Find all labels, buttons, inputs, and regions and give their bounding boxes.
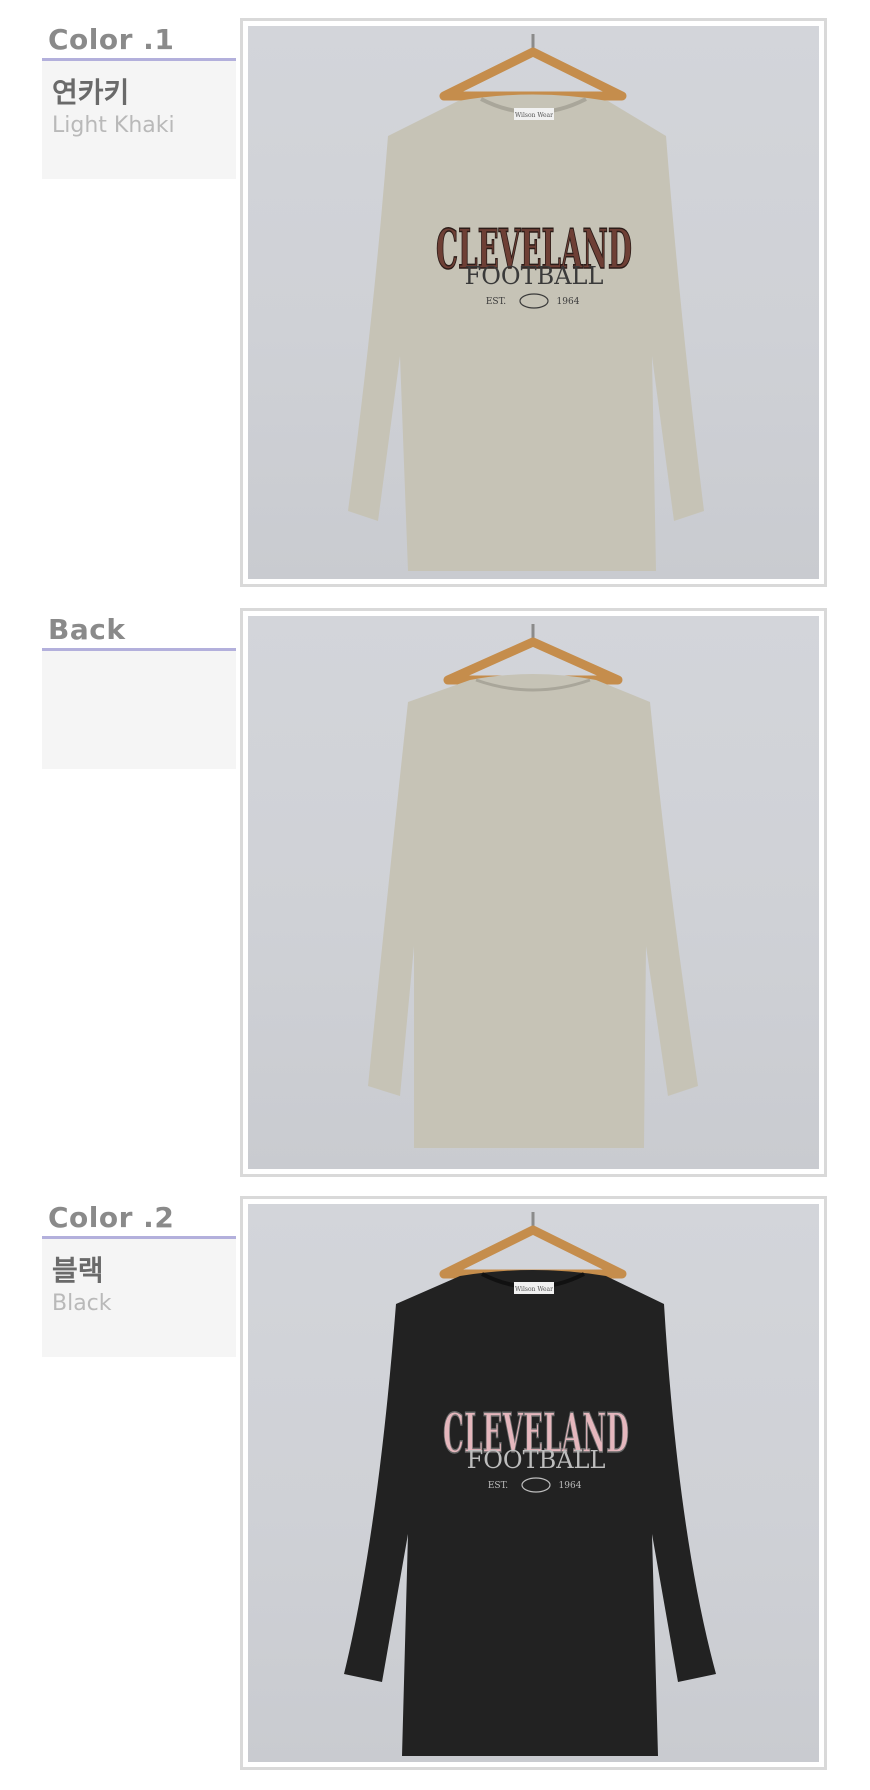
- photo-backdrop: Wilson Wear CLEVELAND FOOTBALL EST. 1964: [248, 26, 819, 579]
- back-heading: Back: [42, 612, 236, 651]
- shirt-body: [344, 1270, 716, 1756]
- color-2-name-korean: 블랙: [52, 1254, 104, 1287]
- shirt-body: [348, 94, 704, 571]
- print-est: EST.: [486, 297, 506, 307]
- back-name-box: [42, 651, 236, 769]
- color-1-name-english: Light Khaki: [52, 113, 175, 138]
- color-2-heading: Color .2: [42, 1200, 236, 1239]
- print-est: EST.: [488, 1481, 508, 1491]
- back-label: Back: [42, 612, 236, 769]
- light-khaki-back-photo: [240, 608, 827, 1177]
- print-football: FOOTBALL: [465, 262, 604, 290]
- print-1964: 1964: [559, 1481, 582, 1491]
- khaki-shirt-back-image: [368, 624, 698, 1148]
- color-2-label: Color .2 블랙 Black: [42, 1200, 236, 1357]
- photo-backdrop: [248, 616, 819, 1169]
- shirt-body: [368, 674, 698, 1148]
- color-2-name-box: 블랙 Black: [42, 1239, 236, 1357]
- color-1-heading: Color .1: [42, 22, 236, 61]
- black-shirt-front-image: Wilson Wear CLEVELAND FOOTBALL EST. 1964: [344, 1212, 716, 1756]
- photo-backdrop: Wilson Wear CLEVELAND FOOTBALL EST. 1964: [248, 1204, 819, 1762]
- color-1-name-korean: 연카키: [52, 76, 130, 109]
- neck-tag-text: Wilson Wear: [515, 112, 553, 119]
- black-front-photo: Wilson Wear CLEVELAND FOOTBALL EST. 1964: [240, 1196, 827, 1770]
- color-1-name-box: 연카키 Light Khaki: [42, 61, 236, 179]
- color-1-label: Color .1 연카키 Light Khaki: [42, 22, 236, 179]
- light-khaki-front-photo: Wilson Wear CLEVELAND FOOTBALL EST. 1964: [240, 18, 827, 587]
- print-1964: 1964: [557, 297, 580, 307]
- print-football: FOOTBALL: [467, 1446, 606, 1474]
- color-2-name-english: Black: [52, 1291, 112, 1316]
- khaki-shirt-front-image: Wilson Wear CLEVELAND FOOTBALL EST. 1964: [348, 34, 704, 571]
- neck-tag-text: Wilson Wear: [515, 1286, 553, 1293]
